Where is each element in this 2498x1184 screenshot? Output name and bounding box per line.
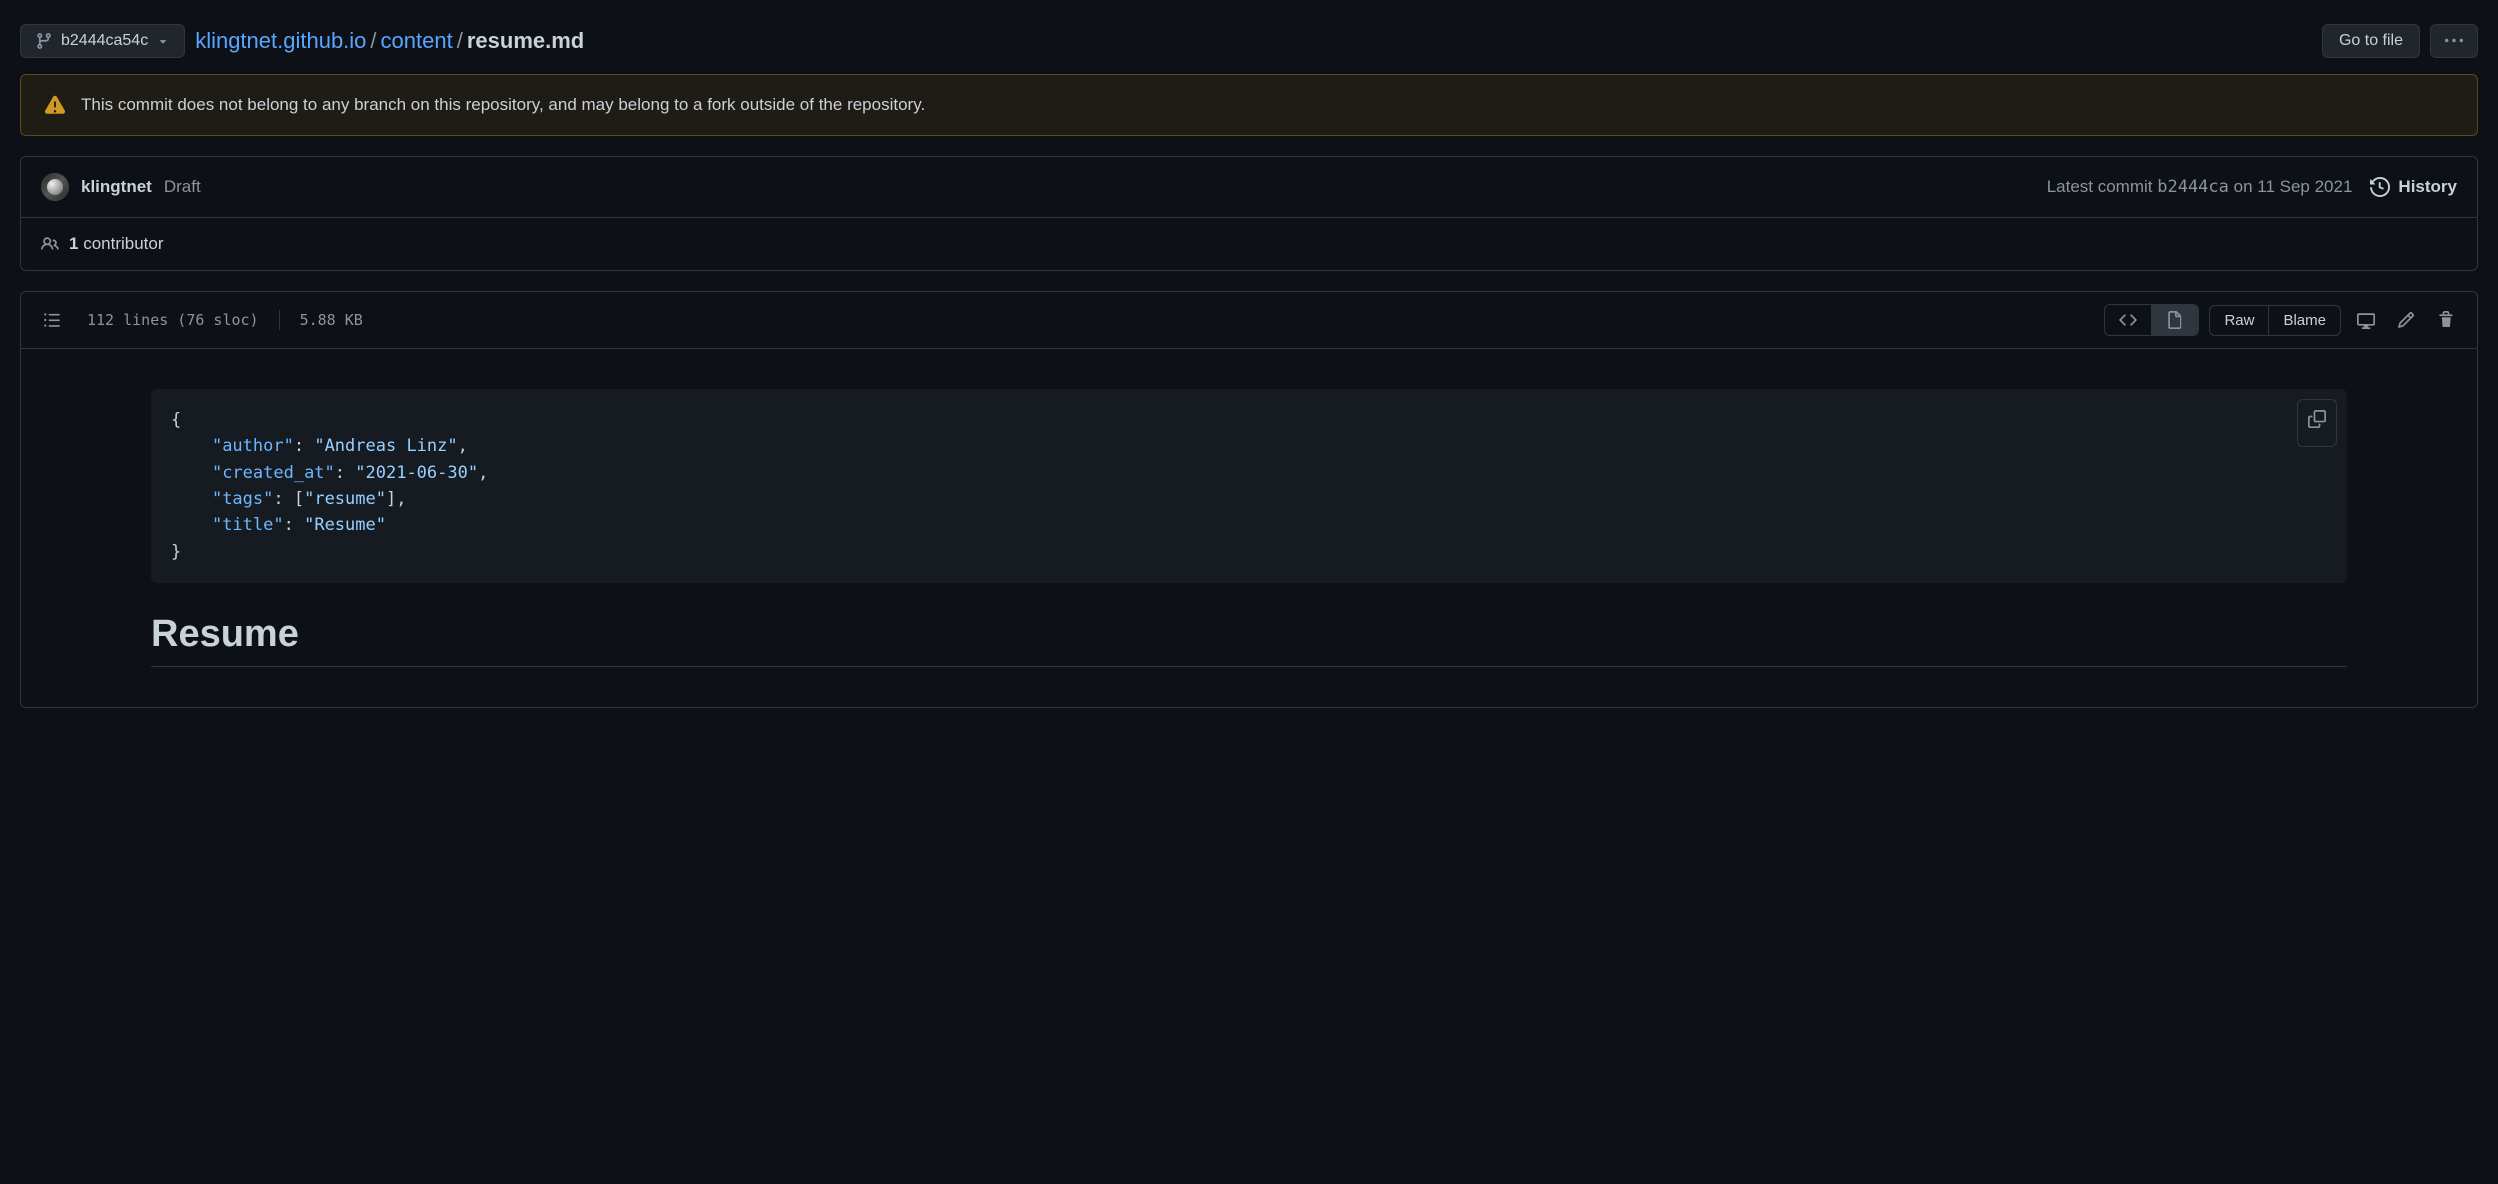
- breadcrumb-separator: /: [370, 28, 376, 54]
- warning-text: This commit does not belong to any branc…: [81, 95, 925, 115]
- raw-button[interactable]: Raw: [2210, 306, 2268, 335]
- file-icon: [2166, 311, 2184, 329]
- contributor-count: 1: [69, 234, 78, 253]
- more-actions-button[interactable]: [2430, 24, 2478, 58]
- list-icon: [43, 311, 61, 329]
- view-toggle: [2104, 304, 2199, 336]
- source-view-button[interactable]: [2105, 305, 2151, 335]
- alert-icon: [45, 95, 65, 115]
- trash-icon: [2437, 311, 2455, 329]
- delete-button[interactable]: [2431, 305, 2461, 335]
- edit-button[interactable]: [2391, 305, 2421, 335]
- page-title: Resume: [151, 613, 2347, 667]
- copy-button[interactable]: [2297, 399, 2337, 447]
- commit-message[interactable]: Draft: [164, 177, 201, 197]
- branch-ref: b2444ca54c: [61, 32, 148, 50]
- copy-icon: [2308, 410, 2326, 428]
- branch-selector[interactable]: b2444ca54c: [20, 24, 185, 58]
- orphan-commit-warning: This commit does not belong to any branc…: [20, 74, 2478, 136]
- contributor-label: contributor: [83, 234, 163, 253]
- commit-hash[interactable]: b2444ca: [2157, 177, 2229, 197]
- file-size: 5.88 KB: [300, 311, 363, 329]
- go-to-file-button[interactable]: Go to file: [2322, 24, 2420, 58]
- desktop-icon: [2357, 311, 2375, 329]
- blame-button[interactable]: Blame: [2268, 306, 2340, 335]
- history-icon: [2370, 177, 2390, 197]
- git-branch-icon: [35, 32, 53, 50]
- latest-commit-label: Latest commit: [2047, 177, 2153, 196]
- file-view: 112 lines (76 sloc) 5.88 KB Raw Blame: [20, 291, 2478, 708]
- history-link[interactable]: History: [2370, 177, 2457, 197]
- rendered-view-button[interactable]: [2151, 305, 2198, 335]
- kebab-horizontal-icon: [2445, 32, 2463, 50]
- breadcrumb-dir[interactable]: content: [381, 28, 453, 54]
- outline-toggle[interactable]: [37, 305, 67, 335]
- breadcrumb-file: resume.md: [467, 28, 584, 54]
- breadcrumb-repo[interactable]: klingtnet.github.io: [195, 28, 366, 54]
- avatar[interactable]: [41, 173, 69, 201]
- commit-author[interactable]: klingtnet: [81, 177, 152, 197]
- code-icon: [2119, 311, 2137, 329]
- people-icon: [41, 235, 59, 253]
- pencil-icon: [2397, 311, 2415, 329]
- breadcrumb-separator: /: [457, 28, 463, 54]
- chevron-down-icon: [156, 34, 170, 48]
- desktop-button[interactable]: [2351, 305, 2381, 335]
- file-lines: 112 lines (76 sloc): [87, 311, 259, 329]
- commit-date: on 11 Sep 2021: [2234, 177, 2353, 196]
- raw-blame-group: Raw Blame: [2209, 305, 2341, 336]
- frontmatter-code-block: { "author": "Andreas Linz", "created_at"…: [151, 389, 2347, 583]
- commit-info-box: klingtnet Draft Latest commit b2444ca on…: [20, 156, 2478, 271]
- breadcrumb: klingtnet.github.io / content / resume.m…: [195, 28, 584, 54]
